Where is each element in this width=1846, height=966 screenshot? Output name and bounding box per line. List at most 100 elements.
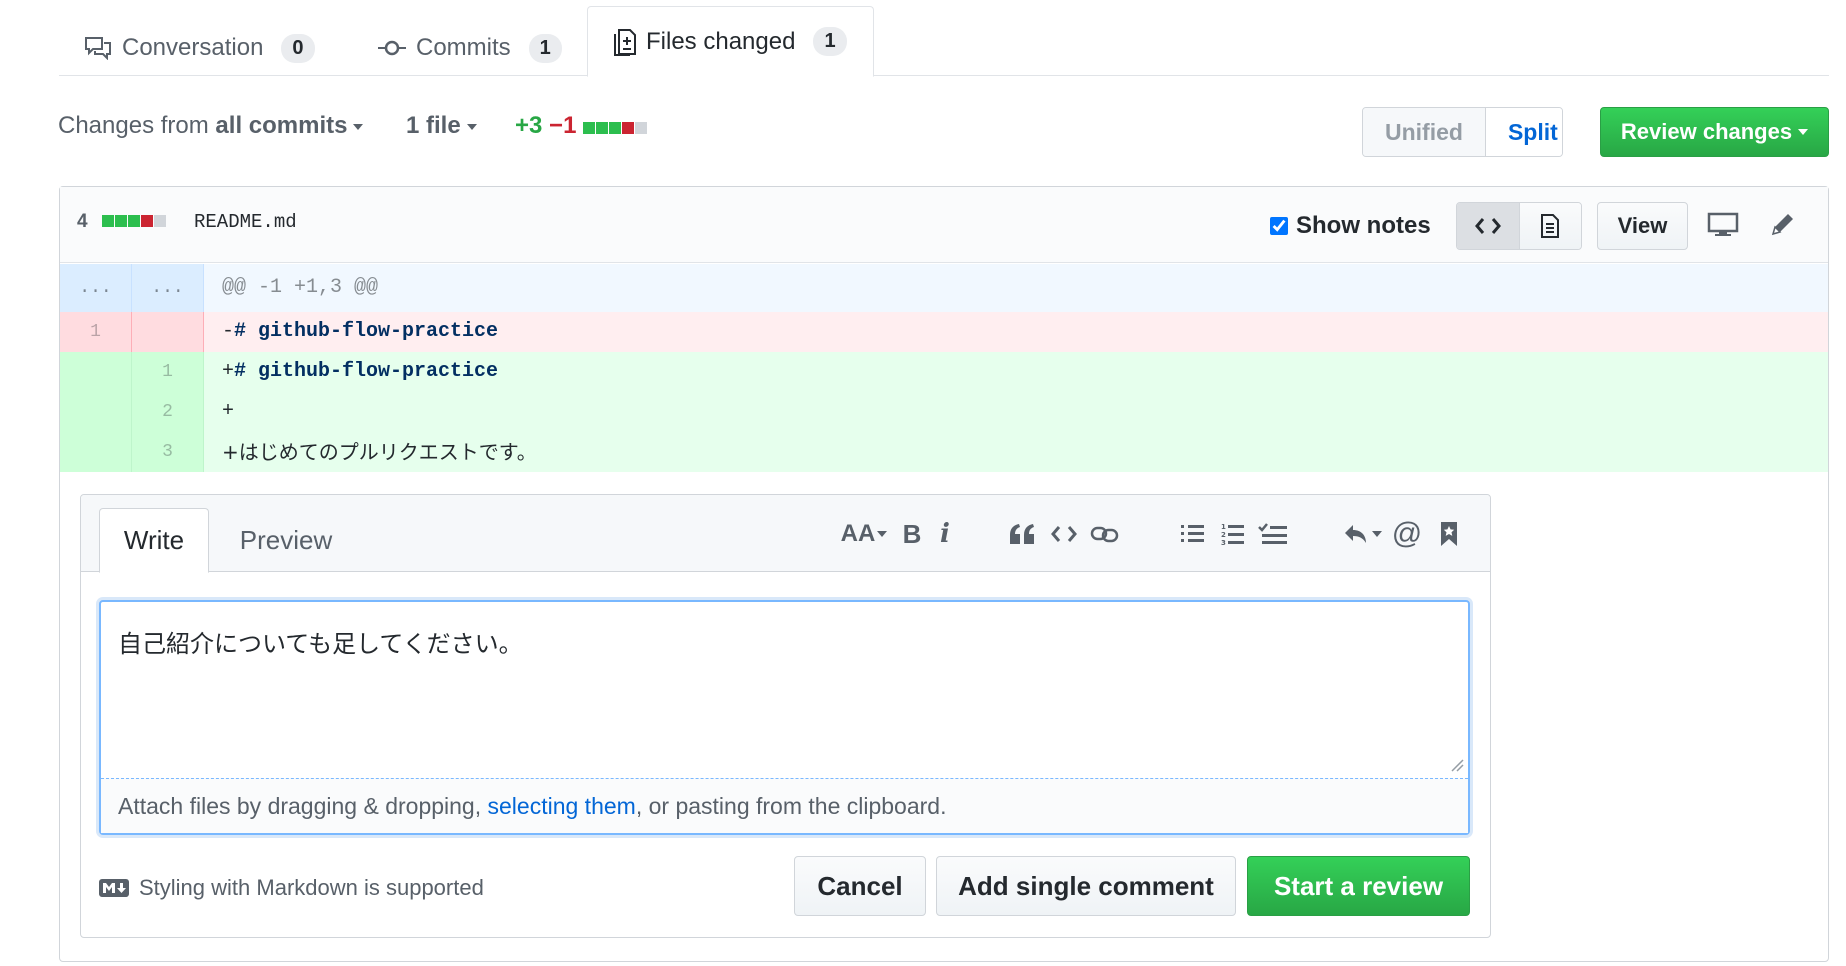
- new-line-number[interactable]: 1: [132, 352, 204, 392]
- start-review-button[interactable]: Start a review: [1247, 856, 1470, 916]
- new-line-number[interactable]: 2: [132, 392, 204, 432]
- unordered-list-button[interactable]: [1178, 512, 1208, 556]
- markdown-help[interactable]: Styling with Markdown is supported: [99, 875, 484, 901]
- edit-file-button[interactable]: [1768, 208, 1798, 240]
- view-file-button[interactable]: View: [1597, 202, 1688, 250]
- file-diffstat-bar: [102, 214, 167, 232]
- review-changes-label: Review changes: [1620, 119, 1793, 144]
- comment-discussion-icon: [85, 37, 111, 60]
- italic-icon: i: [940, 519, 950, 549]
- rich-diff-button[interactable]: [1519, 203, 1581, 249]
- comment-text: 自己紹介についても足してください。: [118, 631, 523, 658]
- line-prefix: +: [222, 400, 235, 423]
- bold-icon: B: [902, 518, 922, 549]
- open-desktop-button[interactable]: [1706, 210, 1740, 240]
- ordered-list-button[interactable]: 123: [1218, 512, 1248, 556]
- unified-view-button[interactable]: Unified: [1363, 108, 1486, 156]
- cancel-button[interactable]: Cancel: [794, 856, 926, 916]
- tab-conversation-label: Conversation: [122, 34, 264, 61]
- line-prefix: +: [222, 360, 235, 383]
- svg-text:1: 1: [1221, 523, 1226, 531]
- bold-button[interactable]: B: [898, 512, 926, 556]
- list-ordered-icon: 123: [1221, 523, 1244, 546]
- tab-files-changed[interactable]: Files changed 1: [587, 6, 874, 77]
- write-tab[interactable]: Write: [99, 508, 209, 573]
- line-code: -# github-flow-practice: [204, 312, 1828, 352]
- show-notes-checkbox[interactable]: [1270, 217, 1288, 235]
- line-text: # github-flow-practice: [234, 320, 499, 343]
- task-list-button[interactable]: [1256, 512, 1290, 556]
- review-changes-button[interactable]: Review changes: [1600, 107, 1829, 157]
- quote-button[interactable]: [1006, 512, 1038, 556]
- diff-icon: [614, 28, 636, 56]
- split-view-button[interactable]: Split: [1485, 108, 1562, 156]
- mention-button[interactable]: @: [1390, 512, 1424, 556]
- changes-from-value: all commits: [215, 112, 348, 139]
- attach-prefix: Attach files by dragging & dropping,: [118, 792, 488, 819]
- file-text-icon: [1541, 214, 1560, 238]
- chevron-down-icon: [877, 531, 888, 537]
- desktop-icon: [1707, 212, 1739, 236]
- code-button[interactable]: [1048, 512, 1080, 556]
- add-single-comment-button[interactable]: Add single comment: [936, 856, 1236, 916]
- attach-suffix: , or pasting from the clipboard.: [635, 792, 947, 819]
- additions-count: +3: [515, 112, 543, 139]
- file-name[interactable]: README.md: [194, 211, 297, 233]
- svg-text:2: 2: [1221, 531, 1226, 539]
- reference-button[interactable]: [1434, 512, 1464, 556]
- chevron-down-icon: [353, 123, 364, 130]
- chevron-down-icon: [466, 123, 477, 130]
- tab-commits-count: 1: [528, 33, 562, 63]
- tabbar-divider: [59, 75, 1829, 76]
- hunk-right-expander[interactable]: ...: [132, 264, 204, 312]
- diff-line-added[interactable]: 3 +はじめてのプルリクエストです。: [60, 432, 1828, 472]
- pencil-icon: [1771, 214, 1793, 236]
- line-prefix: -: [222, 320, 235, 343]
- italic-button[interactable]: i: [934, 512, 956, 556]
- list-unordered-icon: [1181, 525, 1204, 542]
- svg-text:3: 3: [1221, 539, 1226, 546]
- diff-line-added[interactable]: 2 +: [60, 392, 1828, 432]
- saved-reply-button[interactable]: [1342, 512, 1382, 556]
- file-change-count: 4: [77, 211, 88, 232]
- bookmark-icon: [1441, 522, 1457, 546]
- source-diff-button[interactable]: [1457, 203, 1520, 249]
- tab-conversation[interactable]: Conversation 0: [84, 20, 315, 76]
- display-mode-toggle: [1456, 202, 1582, 250]
- markdown-icon: [99, 879, 129, 897]
- diffstat-summary: +3 −1: [515, 112, 648, 141]
- old-line-number[interactable]: [60, 392, 132, 432]
- line-code: +: [204, 392, 1828, 432]
- changes-from-menu[interactable]: Changes from all commits: [58, 112, 364, 140]
- tab-conversation-count: 0: [281, 33, 315, 63]
- header-text-button[interactable]: AA: [838, 512, 890, 556]
- diff-view-toggle: Unified Split: [1362, 107, 1563, 157]
- line-text: はじめてのプルリクエストです。: [238, 440, 537, 464]
- code-icon: [1051, 526, 1077, 542]
- preview-tab[interactable]: Preview: [224, 508, 348, 573]
- quote-icon: [1010, 524, 1034, 544]
- diff-line-added[interactable]: 1 +# github-flow-practice: [60, 352, 1828, 392]
- text-size-icon: AA: [840, 520, 876, 547]
- new-line-number[interactable]: 3: [132, 432, 204, 472]
- line-text: # github-flow-practice: [234, 360, 499, 383]
- show-notes-toggle[interactable]: Show notes: [1270, 212, 1431, 240]
- old-line-number[interactable]: [60, 352, 132, 392]
- new-line-number[interactable]: [132, 312, 204, 352]
- select-files-link[interactable]: selecting them: [488, 793, 636, 820]
- deletions-count: −1: [549, 112, 577, 139]
- old-line-number[interactable]: 1: [60, 312, 132, 352]
- line-code: +# github-flow-practice: [204, 352, 1828, 392]
- file-filter-menu[interactable]: 1 file: [406, 112, 477, 140]
- file-attach-dropzone[interactable]: Attach files by dragging & dropping, sel…: [101, 778, 1468, 833]
- hunk-left-expander[interactable]: ...: [60, 264, 132, 312]
- tab-commits[interactable]: Commits 1: [378, 20, 562, 76]
- old-line-number[interactable]: [60, 432, 132, 472]
- file-filter-label: 1 file: [406, 112, 461, 139]
- link-button[interactable]: [1088, 512, 1122, 556]
- resize-handle-icon[interactable]: [1450, 758, 1464, 772]
- line-prefix: +: [222, 440, 239, 464]
- diff-line-deleted[interactable]: 1 -# github-flow-practice: [60, 312, 1828, 352]
- tasklist-icon: [1258, 523, 1287, 544]
- markdown-note: Styling with Markdown is supported: [139, 875, 484, 900]
